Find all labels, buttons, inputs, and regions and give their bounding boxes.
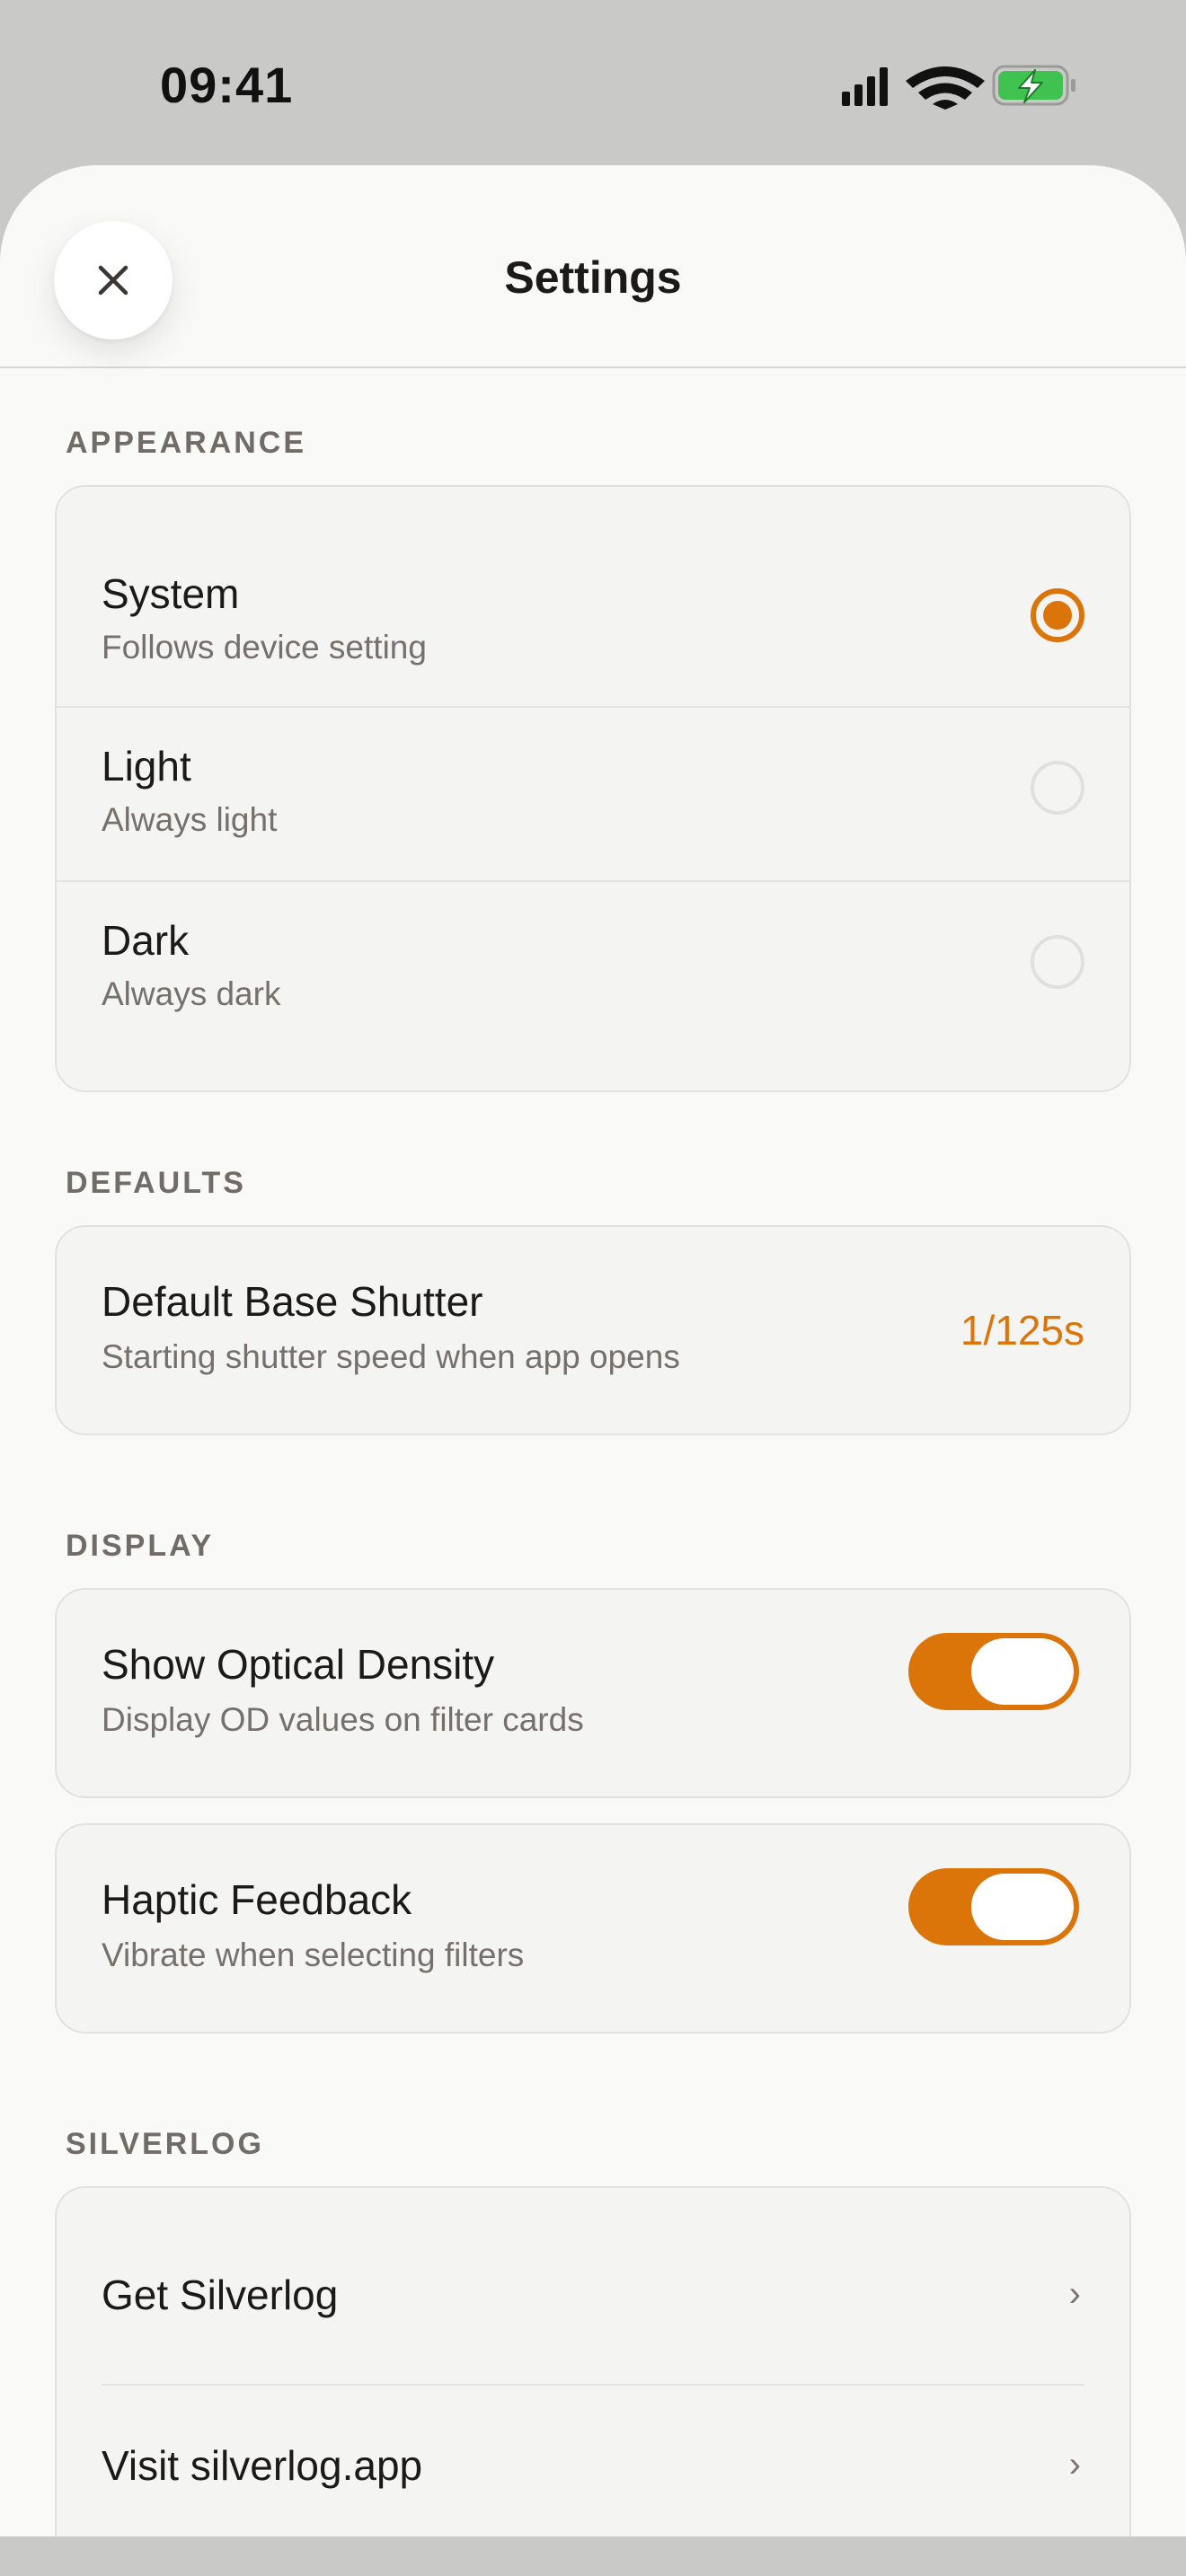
toggle-knob <box>971 1874 1074 1940</box>
haptic-feedback-row: Haptic Feedback Vibrate when selecting f… <box>57 1825 1129 2032</box>
page-title: Settings <box>504 252 682 303</box>
option-subtitle: Follows device setting <box>102 629 427 666</box>
appearance-card: System Follows device setting Light Alwa… <box>55 485 1131 1092</box>
setting-label: Haptic Feedback <box>102 1876 412 1923</box>
setting-subtitle: Vibrate when selecting filters <box>102 1936 525 1973</box>
appearance-option-dark[interactable]: Dark Always dark <box>57 882 1129 1090</box>
shutter-value[interactable]: 1/125s <box>960 1306 1084 1354</box>
option-label: Dark <box>102 917 190 964</box>
toggle-knob <box>971 1638 1074 1705</box>
appearance-option-system[interactable]: System Follows device setting <box>57 487 1129 706</box>
optical-density-toggle[interactable] <box>908 1633 1079 1710</box>
section-title-appearance: APPEARANCE <box>66 426 307 460</box>
radio-unselected[interactable] <box>1031 935 1084 989</box>
status-icons <box>842 65 1075 110</box>
default-base-shutter-row[interactable]: Default Base Shutter Starting shutter sp… <box>57 1227 1129 1434</box>
setting-label: Default Base Shutter <box>102 1278 483 1325</box>
wifi-icon <box>906 66 985 110</box>
radio-selected[interactable] <box>1031 588 1084 642</box>
get-silverlog-link[interactable]: Get Silverlog › <box>57 2188 1129 2384</box>
section-title-display: DISPLAY <box>66 1529 215 1563</box>
status-bar: 09:41 <box>0 0 1186 171</box>
link-label: Get Silverlog <box>102 2272 339 2318</box>
section-title-silverlog: SILVERLOG <box>66 2127 264 2161</box>
silverlog-card: Get Silverlog › Visit silverlog.app › <box>55 2186 1131 2536</box>
chevron-right-icon: › <box>1068 2274 1081 2314</box>
visit-silverlog-link[interactable]: Visit silverlog.app › <box>57 2386 1129 2536</box>
battery-charging-icon <box>992 65 1075 106</box>
haptic-feedback-card: Haptic Feedback Vibrate when selecting f… <box>55 1823 1131 2033</box>
setting-subtitle: Starting shutter speed when app opens <box>102 1338 680 1375</box>
link-label: Visit silverlog.app <box>102 2442 423 2489</box>
settings-sheet: Settings APPEARANCE System Follows devic… <box>0 165 1186 2536</box>
optical-density-card: Show Optical Density Display OD values o… <box>55 1588 1131 1798</box>
setting-subtitle: Display OD values on filter cards <box>102 1701 584 1738</box>
option-label: System <box>102 570 240 617</box>
defaults-card: Default Base Shutter Starting shutter sp… <box>55 1225 1131 1435</box>
option-subtitle: Always dark <box>102 975 281 1012</box>
cellular-signal-icon <box>842 67 888 106</box>
chevron-right-icon: › <box>1068 2445 1081 2484</box>
status-time: 09:41 <box>160 57 294 113</box>
optical-density-row: Show Optical Density Display OD values o… <box>57 1590 1129 1796</box>
option-subtitle: Always light <box>102 801 278 838</box>
sheet-header: Settings <box>0 165 1186 368</box>
section-title-defaults: DEFAULTS <box>66 1166 246 1200</box>
haptic-feedback-toggle[interactable] <box>908 1868 1079 1945</box>
appearance-option-light[interactable]: Light Always light <box>57 708 1129 880</box>
option-label: Light <box>102 743 191 790</box>
radio-unselected[interactable] <box>1031 761 1084 815</box>
setting-label: Show Optical Density <box>102 1641 495 1688</box>
